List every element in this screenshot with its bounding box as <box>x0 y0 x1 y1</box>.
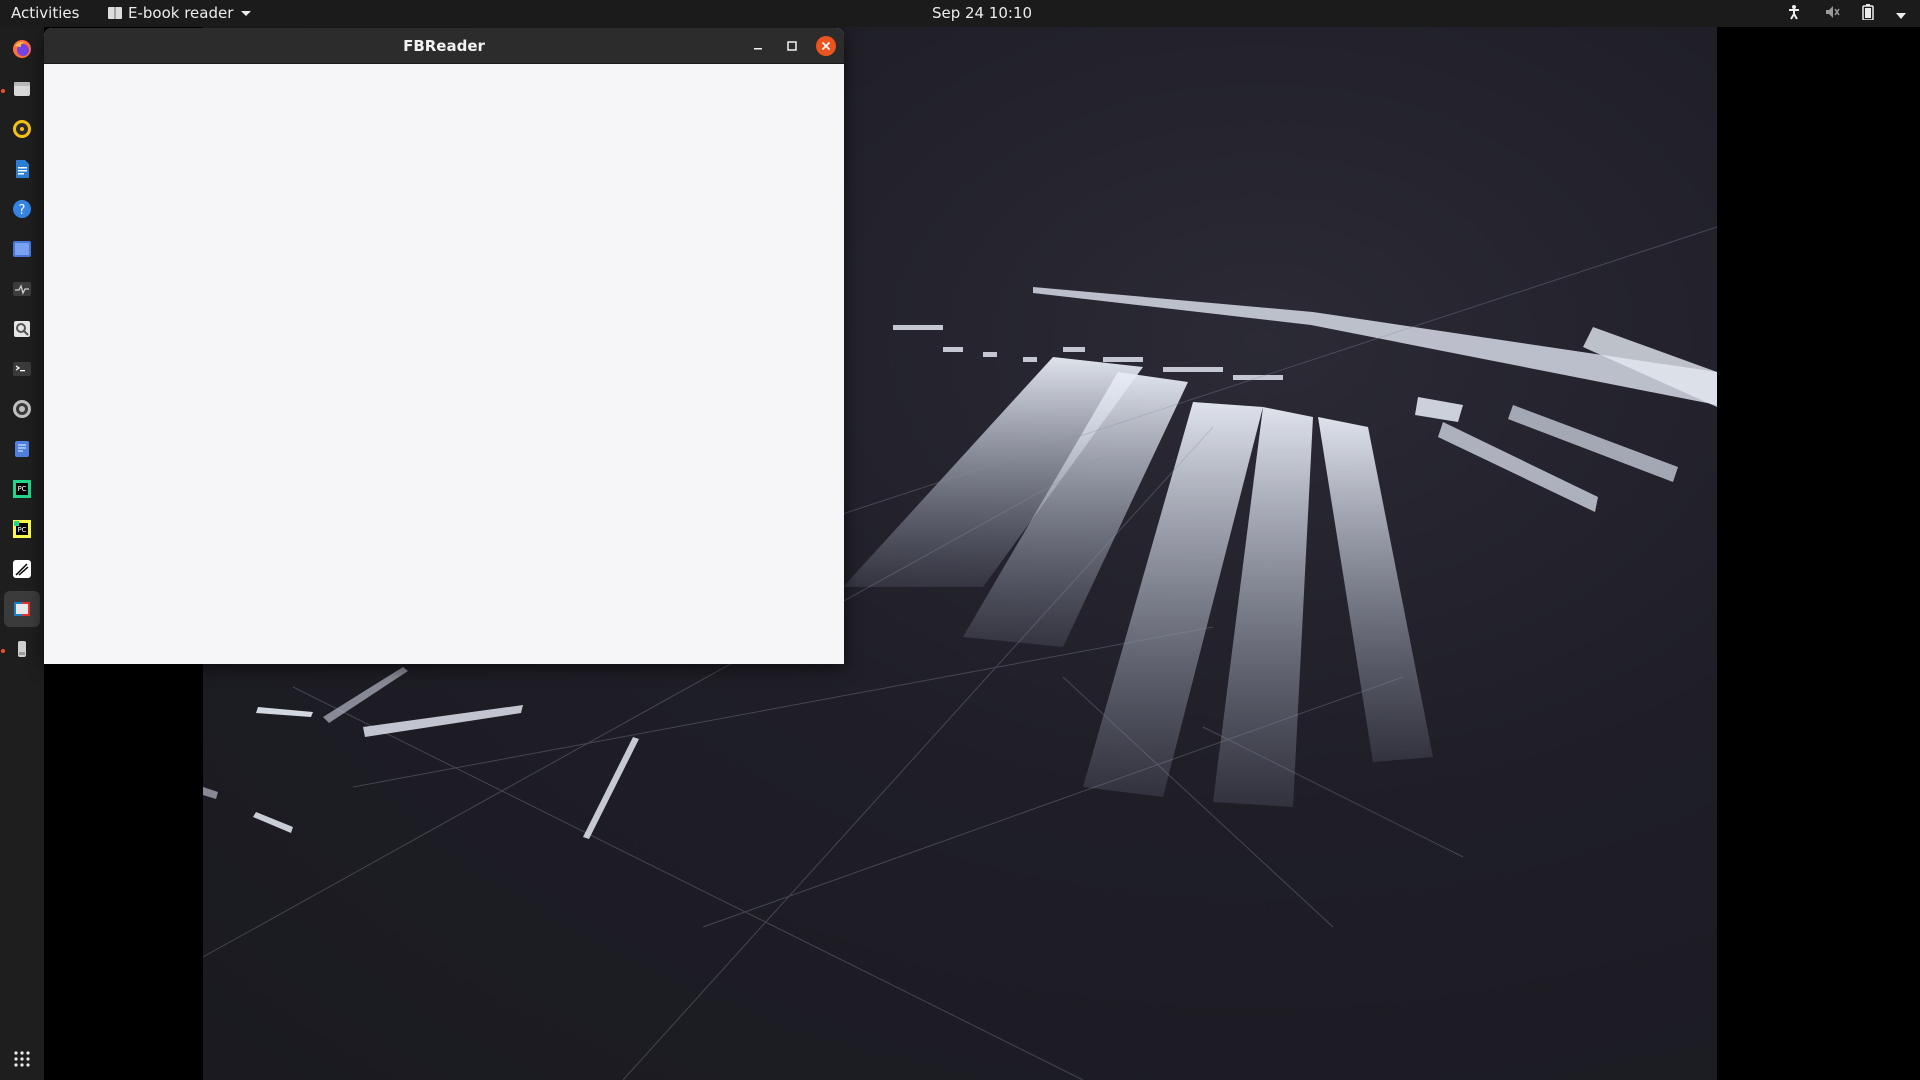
dock-item-files[interactable] <box>4 71 40 107</box>
system-status-menu[interactable] <box>1786 4 1906 24</box>
maximize-button[interactable] <box>782 36 802 56</box>
dock-item-notes[interactable] <box>4 431 40 467</box>
dock: ? PC PC <box>0 27 44 1080</box>
notes-icon <box>15 441 29 457</box>
disk-usage-icon <box>13 400 31 418</box>
rhythmbox-icon <box>13 120 31 138</box>
dock-item-fbreader[interactable] <box>4 591 40 627</box>
volume-muted-icon <box>1824 4 1840 24</box>
help-icon: ? <box>13 200 31 218</box>
terminal-icon <box>13 362 31 376</box>
book-icon <box>108 7 122 19</box>
dock-item-pycharm[interactable]: PC <box>4 471 40 507</box>
fbreader-icon <box>14 602 30 616</box>
dock-item-document-viewer[interactable] <box>4 311 40 347</box>
close-button[interactable] <box>816 36 836 56</box>
dock-item-terminal[interactable] <box>4 351 40 387</box>
svg-text:?: ? <box>19 203 26 218</box>
maximize-icon <box>787 41 797 51</box>
running-indicator <box>1 89 5 93</box>
activities-button[interactable]: Activities <box>11 4 79 22</box>
battery-icon <box>1862 4 1874 24</box>
pycharm-edu-icon: PC <box>13 520 31 538</box>
dock-item-screenshot[interactable] <box>4 231 40 267</box>
dock-item-firefox[interactable] <box>4 31 40 67</box>
firefox-icon <box>13 40 31 58</box>
system-monitor-icon <box>13 282 31 296</box>
writer-icon <box>16 160 29 178</box>
show-applications-button[interactable] <box>4 1041 40 1077</box>
document-viewer-icon <box>14 321 30 337</box>
top-bar: Activities E-book reader Sep 24 10:10 <box>0 0 1920 27</box>
dock-item-inkscape[interactable] <box>4 551 40 587</box>
svg-text:PC: PC <box>17 526 26 534</box>
window-titlebar[interactable]: FBReader <box>44 28 844 64</box>
chevron-down-icon <box>1896 5 1906 23</box>
dock-item-help[interactable]: ? <box>4 191 40 227</box>
inkscape-icon <box>13 560 31 578</box>
dock-item-pycharm-edu[interactable]: PC <box>4 511 40 547</box>
minimize-icon <box>754 48 762 50</box>
chevron-down-icon <box>241 10 252 16</box>
reader-content-area[interactable] <box>44 64 844 664</box>
dock-item-disk-usage[interactable] <box>4 391 40 427</box>
files-icon <box>14 82 30 96</box>
accessibility-icon <box>1786 4 1802 24</box>
app-menu-label: E-book reader <box>128 4 234 22</box>
clock[interactable]: Sep 24 10:10 <box>932 4 1032 22</box>
screenshot-icon <box>13 241 31 257</box>
app-menu-button[interactable]: E-book reader <box>108 4 252 22</box>
fbreader-window: FBReader <box>44 28 844 664</box>
dock-item-rhythmbox[interactable] <box>4 111 40 147</box>
dock-item-usb-drive[interactable] <box>4 631 40 667</box>
close-icon <box>821 41 831 51</box>
dock-item-libreoffice-writer[interactable] <box>4 151 40 187</box>
usb-drive-icon <box>18 641 26 657</box>
dock-item-system-monitor[interactable] <box>4 271 40 307</box>
minimize-button[interactable] <box>748 36 768 56</box>
svg-text:PC: PC <box>17 485 26 493</box>
app-grid-icon <box>14 1051 30 1067</box>
pycharm-icon: PC <box>13 480 31 498</box>
running-indicator <box>1 649 5 653</box>
window-title: FBReader <box>403 37 485 55</box>
